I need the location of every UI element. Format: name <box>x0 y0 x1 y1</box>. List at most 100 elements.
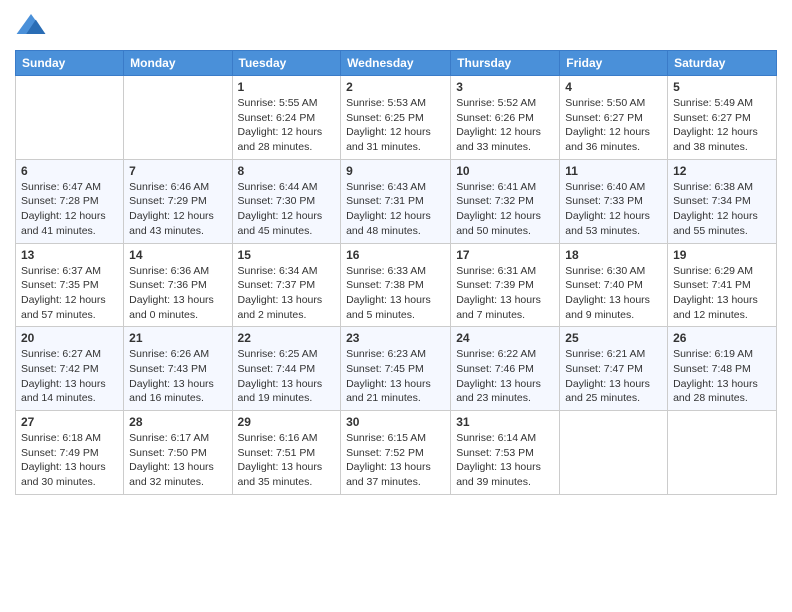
day-number: 7 <box>129 164 226 178</box>
calendar-day-cell: 26Sunrise: 6:19 AMSunset: 7:48 PMDayligh… <box>668 327 777 411</box>
day-number: 11 <box>565 164 662 178</box>
calendar-day-cell: 19 Sunrise: 6:29 AMSunset: 7:41 PMDayligh… <box>668 243 777 327</box>
day-info: Sunrise: 6:15 AMSunset: 7:52 PMDaylight:… <box>346 431 445 490</box>
day-info: Sunrise: 6:17 AMSunset: 7:50 PMDaylight:… <box>129 431 226 490</box>
logo <box>15 10 51 42</box>
calendar-day-cell: 8 Sunrise: 6:44 AMSunset: 7:30 PMDaylight… <box>232 159 341 243</box>
calendar-day-cell: 9 Sunrise: 6:43 AMSunset: 7:31 PMDaylight… <box>341 159 451 243</box>
day-number: 21 <box>129 331 226 345</box>
day-info: Sunrise: 6:34 AMSunset: 7:37 PMDaylight:… <box>238 264 336 323</box>
day-number: 5 <box>673 80 771 94</box>
day-info: Sunrise: 6:26 AMSunset: 7:43 PMDaylight:… <box>129 347 226 406</box>
day-info: Sunrise: 6:16 AMSunset: 7:51 PMDaylight:… <box>238 431 336 490</box>
day-info: Sunrise: 6:30 AMSunset: 7:40 PMDaylight:… <box>565 264 662 323</box>
day-info: Sunrise: 5:53 AMSunset: 6:25 PMDaylight:… <box>346 96 445 155</box>
calendar-day-cell: 14 Sunrise: 6:36 AMSunset: 7:36 PMDayligh… <box>124 243 232 327</box>
day-info: Sunrise: 6:38 AMSunset: 7:34 PMDaylight:… <box>673 180 771 239</box>
day-number: 4 <box>565 80 662 94</box>
calendar-week-row: 13Sunrise: 6:37 AMSunset: 7:35 PMDayligh… <box>16 243 777 327</box>
calendar-day-cell: 16Sunrise: 6:33 AMSunset: 7:38 PMDayligh… <box>341 243 451 327</box>
day-info: Sunrise: 6:36 AMSunset: 7:36 PMDaylight:… <box>129 264 226 323</box>
day-info: Sunrise: 6:14 AMSunset: 7:53 PMDaylight:… <box>456 431 554 490</box>
day-number: 31 <box>456 415 554 429</box>
day-info: Sunrise: 6:18 AMSunset: 7:49 PMDaylight:… <box>21 431 118 490</box>
calendar-day-cell: 5 Sunrise: 5:49 AMSunset: 6:27 PMDaylight… <box>668 76 777 160</box>
day-of-week-header: Tuesday <box>232 51 341 76</box>
day-number: 26 <box>673 331 771 345</box>
calendar-week-row: 1 Sunrise: 5:55 AMSunset: 6:24 PMDaylight… <box>16 76 777 160</box>
calendar-day-cell: 3Sunrise: 5:52 AMSunset: 6:26 PMDaylight… <box>451 76 560 160</box>
day-info: Sunrise: 6:46 AMSunset: 7:29 PMDaylight:… <box>129 180 226 239</box>
day-number: 16 <box>346 248 445 262</box>
calendar-week-row: 6Sunrise: 6:47 AMSunset: 7:28 PMDaylight… <box>16 159 777 243</box>
day-info: Sunrise: 5:49 AMSunset: 6:27 PMDaylight:… <box>673 96 771 155</box>
calendar-day-cell: 10Sunrise: 6:41 AMSunset: 7:32 PMDayligh… <box>451 159 560 243</box>
day-info: Sunrise: 6:31 AMSunset: 7:39 PMDaylight:… <box>456 264 554 323</box>
day-info: Sunrise: 5:50 AMSunset: 6:27 PMDaylight:… <box>565 96 662 155</box>
calendar-header: SundayMondayTuesdayWednesdayThursdayFrid… <box>16 51 777 76</box>
day-number: 24 <box>456 331 554 345</box>
day-of-week-header: Monday <box>124 51 232 76</box>
page: SundayMondayTuesdayWednesdayThursdayFrid… <box>0 0 792 612</box>
day-info: Sunrise: 6:40 AMSunset: 7:33 PMDaylight:… <box>565 180 662 239</box>
calendar-day-cell: 18 Sunrise: 6:30 AMSunset: 7:40 PMDayligh… <box>560 243 668 327</box>
day-number: 9 <box>346 164 445 178</box>
header <box>15 10 777 42</box>
calendar-day-cell: 23Sunrise: 6:23 AMSunset: 7:45 PMDayligh… <box>341 327 451 411</box>
calendar-week-row: 20 Sunrise: 6:27 AMSunset: 7:42 PMDayligh… <box>16 327 777 411</box>
day-number: 18 <box>565 248 662 262</box>
header-row: SundayMondayTuesdayWednesdayThursdayFrid… <box>16 51 777 76</box>
day-number: 6 <box>21 164 118 178</box>
day-number: 1 <box>238 80 336 94</box>
calendar-day-cell <box>668 411 777 495</box>
day-info: Sunrise: 6:21 AMSunset: 7:47 PMDaylight:… <box>565 347 662 406</box>
logo-icon <box>15 10 47 42</box>
calendar-day-cell: 25 Sunrise: 6:21 AMSunset: 7:47 PMDayligh… <box>560 327 668 411</box>
day-info: Sunrise: 6:44 AMSunset: 7:30 PMDaylight:… <box>238 180 336 239</box>
calendar-day-cell: 6Sunrise: 6:47 AMSunset: 7:28 PMDaylight… <box>16 159 124 243</box>
calendar-day-cell: 24 Sunrise: 6:22 AMSunset: 7:46 PMDayligh… <box>451 327 560 411</box>
calendar-day-cell: 12 Sunrise: 6:38 AMSunset: 7:34 PMDayligh… <box>668 159 777 243</box>
day-of-week-header: Wednesday <box>341 51 451 76</box>
day-number: 8 <box>238 164 336 178</box>
calendar-day-cell: 29 Sunrise: 6:16 AMSunset: 7:51 PMDayligh… <box>232 411 341 495</box>
calendar-day-cell: 31 Sunrise: 6:14 AMSunset: 7:53 PMDayligh… <box>451 411 560 495</box>
calendar-day-cell: 21 Sunrise: 6:26 AMSunset: 7:43 PMDayligh… <box>124 327 232 411</box>
day-number: 15 <box>238 248 336 262</box>
calendar-day-cell: 11 Sunrise: 6:40 AMSunset: 7:33 PMDayligh… <box>560 159 668 243</box>
day-number: 25 <box>565 331 662 345</box>
calendar-day-cell: 13Sunrise: 6:37 AMSunset: 7:35 PMDayligh… <box>16 243 124 327</box>
day-info: Sunrise: 6:29 AMSunset: 7:41 PMDaylight:… <box>673 264 771 323</box>
day-number: 2 <box>346 80 445 94</box>
calendar-day-cell: 15 Sunrise: 6:34 AMSunset: 7:37 PMDayligh… <box>232 243 341 327</box>
day-info: Sunrise: 5:52 AMSunset: 6:26 PMDaylight:… <box>456 96 554 155</box>
day-info: Sunrise: 6:22 AMSunset: 7:46 PMDaylight:… <box>456 347 554 406</box>
day-number: 29 <box>238 415 336 429</box>
day-info: Sunrise: 6:25 AMSunset: 7:44 PMDaylight:… <box>238 347 336 406</box>
calendar-day-cell <box>16 76 124 160</box>
calendar-day-cell: 30Sunrise: 6:15 AMSunset: 7:52 PMDayligh… <box>341 411 451 495</box>
day-number: 17 <box>456 248 554 262</box>
day-info: Sunrise: 6:23 AMSunset: 7:45 PMDaylight:… <box>346 347 445 406</box>
day-number: 19 <box>673 248 771 262</box>
day-info: Sunrise: 6:37 AMSunset: 7:35 PMDaylight:… <box>21 264 118 323</box>
day-number: 14 <box>129 248 226 262</box>
calendar-day-cell: 17 Sunrise: 6:31 AMSunset: 7:39 PMDayligh… <box>451 243 560 327</box>
day-number: 12 <box>673 164 771 178</box>
day-of-week-header: Friday <box>560 51 668 76</box>
day-number: 10 <box>456 164 554 178</box>
day-info: Sunrise: 6:43 AMSunset: 7:31 PMDaylight:… <box>346 180 445 239</box>
day-number: 20 <box>21 331 118 345</box>
calendar-day-cell <box>124 76 232 160</box>
calendar-day-cell: 20 Sunrise: 6:27 AMSunset: 7:42 PMDayligh… <box>16 327 124 411</box>
calendar-day-cell: 27Sunrise: 6:18 AMSunset: 7:49 PMDayligh… <box>16 411 124 495</box>
calendar-day-cell: 2 Sunrise: 5:53 AMSunset: 6:25 PMDaylight… <box>341 76 451 160</box>
day-of-week-header: Saturday <box>668 51 777 76</box>
calendar-day-cell: 4 Sunrise: 5:50 AMSunset: 6:27 PMDaylight… <box>560 76 668 160</box>
day-info: Sunrise: 5:55 AMSunset: 6:24 PMDaylight:… <box>238 96 336 155</box>
calendar-day-cell: 7 Sunrise: 6:46 AMSunset: 7:29 PMDaylight… <box>124 159 232 243</box>
day-of-week-header: Thursday <box>451 51 560 76</box>
day-info: Sunrise: 6:27 AMSunset: 7:42 PMDaylight:… <box>21 347 118 406</box>
day-of-week-header: Sunday <box>16 51 124 76</box>
calendar-day-cell: 1 Sunrise: 5:55 AMSunset: 6:24 PMDaylight… <box>232 76 341 160</box>
